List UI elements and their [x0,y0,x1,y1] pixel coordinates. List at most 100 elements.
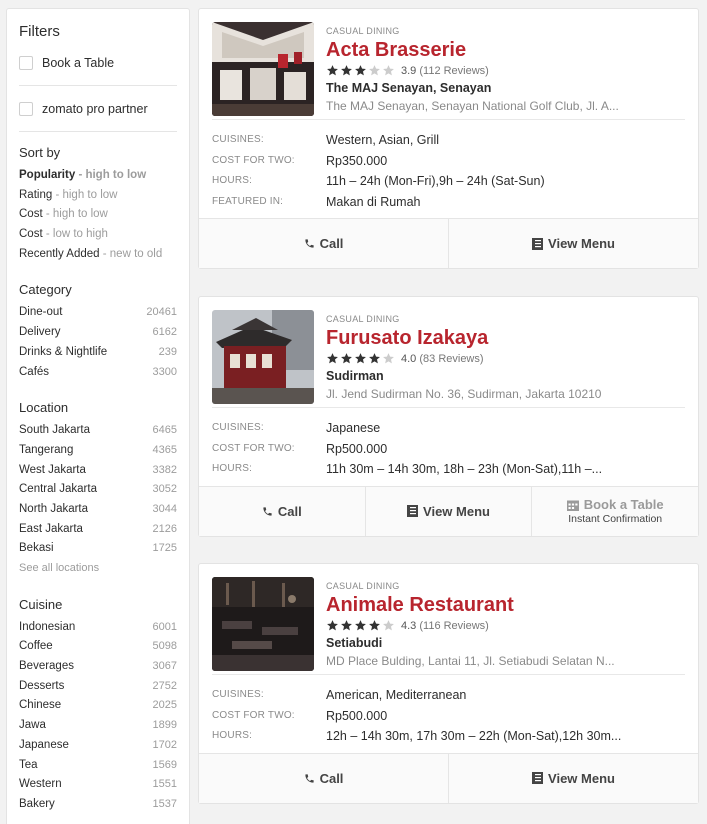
star-empty-icon [383,353,394,364]
category-count: 20461 [146,306,177,319]
sort-cost-high[interactable]: Cost - high to low [19,205,177,225]
filters-sidebar: Filters Book a Table zomato pro partner … [6,8,190,824]
cuisine-label: Indonesian [19,620,76,633]
star-rating [326,64,396,77]
call-button[interactable]: Call [199,753,449,803]
cuisine-item[interactable]: Desserts 2752 [19,677,177,697]
category-item[interactable]: Delivery 6162 [19,323,177,343]
cuisine-item[interactable]: Chinese 2025 [19,696,177,716]
restaurant-address: MD Place Bulding, Lantai 11, Jl. Setiabu… [326,654,615,668]
restaurant-name-link[interactable]: Furusato Izakaya [326,327,666,350]
location-item[interactable]: Tangerang 4365 [19,441,177,461]
sort-rating[interactable]: Rating - high to low [19,186,177,206]
filter-book-a-table[interactable]: Book a Table [19,53,177,73]
star-filled-icon [355,620,366,631]
category-item[interactable]: Cafés 3300 [19,363,177,383]
location-item[interactable]: South Jakarta 6465 [19,421,177,441]
view-menu-label: View Menu [548,770,615,786]
star-filled-icon [327,353,338,364]
divider [19,85,177,86]
location-count: 2126 [152,522,177,535]
call-label: Call [319,236,344,251]
cuisine-item[interactable]: Beverages 3067 [19,657,177,677]
restaurant-locality[interactable]: Setiabudi [326,636,666,650]
location-label: South Jakarta [19,424,90,437]
cuisine-item[interactable]: Bakery 1537 [19,795,177,815]
cuisines-label: CUISINES: [212,689,264,700]
cuisine-count: 5098 [152,640,177,653]
call-button[interactable]: Call [199,486,366,536]
cuisines-value[interactable]: Japanese [326,418,676,439]
cuisine-title: Cuisine [19,596,63,612]
view-menu-button[interactable]: View Menu [365,486,533,536]
cuisine-item[interactable]: Tea 1569 [19,756,177,776]
cuisine-item[interactable]: Coffee 5098 [19,637,177,657]
location-item[interactable]: North Jakarta 3044 [19,500,177,520]
rating-value: 4.0 [401,352,417,365]
location-count: 3382 [152,463,177,476]
sort-popularity[interactable]: Popularity - high to low [19,166,177,186]
book-table-checkbox[interactable] [19,56,33,70]
location-item[interactable]: East Jakarta 2126 [19,520,177,540]
cuisines-label: CUISINES: [212,134,264,145]
location-label: Bekasi [19,542,54,555]
book-table-button[interactable]: Book a Table Instant Confirmation [532,486,699,536]
rating: 4.0 (83 Reviews) [326,352,666,365]
cuisine-item[interactable]: Japanese 1702 [19,736,177,756]
category-count: 3300 [152,365,177,378]
phone-icon [304,773,315,784]
restaurant-photo[interactable] [212,22,314,116]
restaurant-locality[interactable]: Sudirman [326,369,666,383]
menu-book-icon [407,505,419,517]
cuisine-item[interactable]: Western 1551 [19,775,177,795]
filter-zomato-pro[interactable]: zomato pro partner [19,99,177,119]
view-menu-button[interactable]: View Menu [449,219,698,268]
rating-value: 3.9 [401,64,417,77]
divider [19,131,177,132]
call-button[interactable]: Call [199,219,449,268]
cuisines-value[interactable]: American, Mediterranean [326,685,676,706]
view-menu-label: View Menu [548,236,615,251]
location-label: Tangerang [19,443,74,456]
cuisine-label: Bakery [19,797,55,810]
review-count-link[interactable]: (116 Reviews) [419,620,489,632]
restaurant-card: CASUAL DINING Animale Restaurant 4.3 (11… [198,563,699,804]
cost-value: Rp500.000 [326,441,388,456]
location-item[interactable]: West Jakarta 3382 [19,461,177,481]
restaurant-photo[interactable] [212,577,314,671]
category-item[interactable]: Drinks & Nightlife 239 [19,343,177,363]
star-empty-icon [383,65,394,76]
zomato-pro-label: zomato pro partner [42,102,148,116]
cuisine-item[interactable]: Indonesian 6001 [19,618,177,638]
restaurant-locality[interactable]: The MAJ Senayan, Senayan [326,81,666,95]
cuisine-count: 2025 [152,699,177,712]
location-label: North Jakarta [19,502,89,515]
featured-value[interactable]: Makan di Rumah [326,192,676,213]
restaurant-name-link[interactable]: Animale Restaurant [326,594,666,617]
restaurant-photo[interactable] [212,310,314,404]
see-all-locations-link[interactable]: See all locations [19,559,177,579]
location-item[interactable]: Central Jakarta 3052 [19,480,177,500]
sort-hint: - high to low [55,188,118,201]
call-label: Call [277,503,302,519]
cuisine-item[interactable]: Jawa 1899 [19,716,177,736]
restaurant-type: CASUAL DINING [326,26,400,36]
star-filled-icon [327,65,338,76]
location-count: 1725 [152,542,177,555]
review-count-link[interactable]: (83 Reviews) [419,353,483,365]
sort-cost-low[interactable]: Cost - low to high [19,225,177,245]
hours-value: 12h – 14h 30m, 17h 30m – 22h (Mon-Sat),1… [326,729,622,743]
category-item[interactable]: Dine-out 20461 [19,303,177,323]
zomato-pro-checkbox[interactable] [19,102,33,116]
calendar-icon [566,499,579,511]
sort-recently-added[interactable]: Recently Added - new to old [19,245,177,265]
review-count-link[interactable]: (112 Reviews) [419,65,489,77]
location-title: Location [19,400,69,416]
cuisines-value[interactable]: Western, Asian, Grill [326,130,676,151]
cuisine-count: 1551 [152,778,177,791]
sort-label: Recently Added [19,247,100,260]
restaurant-name-link[interactable]: Acta Brasserie [326,39,666,62]
view-menu-button[interactable]: View Menu [449,753,698,803]
location-count: 3052 [152,483,177,496]
location-item[interactable]: Bekasi 1725 [19,539,177,559]
